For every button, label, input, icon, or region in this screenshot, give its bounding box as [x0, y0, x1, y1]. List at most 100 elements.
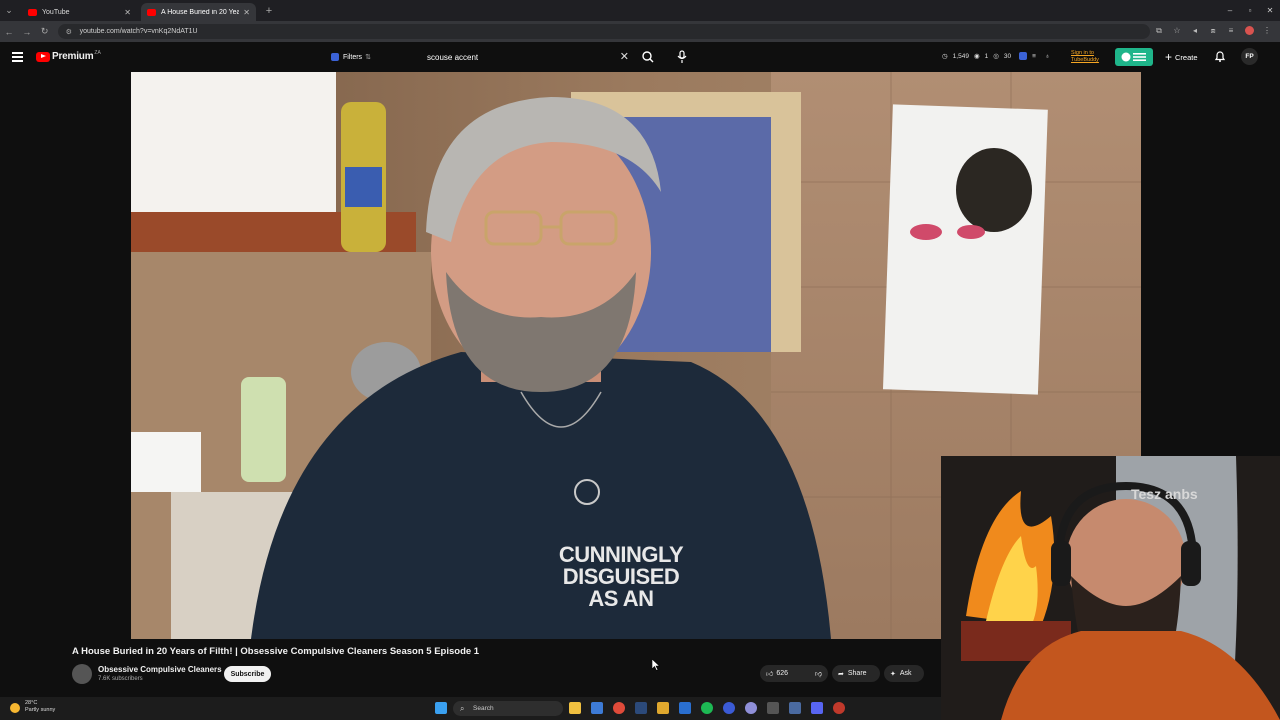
youtube-logo[interactable]: Premium ZA [36, 49, 101, 62]
stat-second: 30 [1003, 52, 1012, 60]
app-gray-icon[interactable] [767, 702, 779, 714]
app-purple-icon[interactable] [745, 702, 757, 714]
extensions-icon[interactable]: ⧈ [1204, 26, 1222, 37]
temperature: 28°C [25, 700, 38, 706]
mouse-cursor-icon [652, 659, 660, 671]
extension-stats[interactable]: ◷ 1,549 ◉ 1 ◎ 30 ≡ ♁ [942, 52, 1050, 60]
search-value: scouse accent [427, 52, 479, 62]
left-margin [0, 72, 131, 639]
profile-icon[interactable] [1240, 26, 1258, 37]
tab-youtube[interactable]: YouTube ✕ [22, 3, 137, 21]
user-avatar[interactable]: FP [1241, 48, 1258, 65]
photos-icon[interactable] [679, 702, 691, 714]
site-info-icon[interactable]: ⚙ [66, 28, 74, 36]
file-explorer-icon[interactable] [569, 702, 581, 714]
sparkle-icon: ✦ [890, 670, 896, 678]
ask-button[interactable]: ✦ Ask [884, 665, 924, 682]
like-dislike-group: 👍︎ 626 👎︎ [760, 665, 828, 682]
browser-menu-icon[interactable]: ⋮ [1258, 26, 1276, 37]
filters-button[interactable]: Filters ⇅ [331, 50, 371, 64]
url-text: youtube.com/watch?v=vnKq2NdAT1U [79, 28, 198, 35]
close-tab-icon[interactable]: ✕ [243, 8, 250, 17]
discord-icon[interactable] [811, 702, 823, 714]
address-bar[interactable]: ⚙ youtube.com/watch?v=vnKq2NdAT1U [57, 24, 1150, 39]
tab-list-chevron-icon[interactable]: ⌄ [0, 5, 18, 16]
minimize-icon[interactable]: – [1220, 6, 1240, 15]
create-label: Create [1175, 52, 1198, 62]
channel-name[interactable]: Obsessive Compulsive Cleaners [98, 665, 222, 674]
menu-icon[interactable] [12, 52, 23, 64]
search-button[interactable] [638, 50, 658, 64]
reading-list-icon[interactable]: ≡ [1222, 26, 1240, 37]
notifications-button[interactable] [1213, 49, 1227, 63]
webcam-overlay: Tesz anbs [941, 456, 1280, 720]
tubebuddy-sign-in-link[interactable]: Sign in to TubeBuddy [1071, 50, 1113, 64]
install-icon[interactable]: ⧉ [1150, 26, 1168, 37]
thumbs-down-icon[interactable]: 👎︎ [815, 669, 822, 678]
app-blue-icon[interactable] [723, 702, 735, 714]
browser-tab-bar: ⌄ YouTube ✕ A House Buried in 20 Year...… [0, 0, 1280, 21]
spotify-icon[interactable] [701, 702, 713, 714]
windows-start-icon[interactable] [435, 702, 447, 714]
filters-label: Filters [343, 53, 363, 61]
shield-icon: ♁ [1044, 52, 1050, 60]
thumbs-up-icon: 👍︎ [766, 671, 774, 678]
close-window-icon[interactable]: ✕ [1260, 6, 1280, 15]
list-icon: ≡ [1032, 52, 1036, 60]
stat-views: 1,549 [952, 52, 969, 60]
back-icon[interactable]: ← [0, 27, 18, 37]
subscribe-button[interactable]: Subscribe [224, 666, 271, 682]
share-icon: ➦ [838, 670, 844, 678]
sliders-icon: ⇅ [365, 54, 371, 61]
youtube-favicon-icon [28, 8, 37, 16]
create-button[interactable]: + Create [1161, 49, 1202, 65]
steam-icon[interactable] [635, 702, 647, 714]
logo-country: ZA [94, 49, 101, 56]
search-icon: ⌕ [460, 704, 465, 713]
maximize-icon[interactable]: ▫ [1240, 6, 1260, 15]
chair-text: Tesz anbs [1131, 486, 1198, 502]
tubebuddy-button[interactable] [1115, 48, 1153, 66]
chrome-icon[interactable] [613, 702, 625, 714]
voice-search-button[interactable] [674, 50, 690, 64]
eye-icon: ◉ [973, 53, 980, 60]
search-input[interactable]: scouse accent ✕ [420, 48, 635, 66]
plus-icon: + [1165, 50, 1173, 64]
like-button[interactable]: 👍︎ 626 [766, 669, 788, 678]
tab-label: A House Buried in 20 Year... [161, 8, 239, 16]
youtube-favicon-icon [147, 8, 156, 16]
share-button[interactable]: ➦ Share [832, 665, 880, 682]
logo-text: Premium [52, 51, 94, 62]
channel-avatar[interactable] [72, 664, 92, 684]
like-count: 626 [776, 670, 789, 677]
clock-icon: ◷ [942, 53, 948, 60]
close-tab-icon[interactable]: ✕ [124, 8, 131, 17]
app-r-icon[interactable] [657, 702, 669, 714]
taskbar-search[interactable]: ⌕ Search [453, 701, 563, 716]
bookmark-star-icon[interactable]: ☆ [1168, 26, 1186, 37]
share-label: Share [847, 670, 867, 677]
search-icon [642, 51, 654, 63]
filters-chip-icon [331, 53, 339, 61]
microphone-icon [677, 50, 687, 63]
new-tab-icon[interactable]: + [260, 5, 278, 17]
subscriber-count: 7.6K subscribers [98, 676, 143, 682]
forward-icon[interactable]: → [18, 27, 36, 37]
taskbar-search-label: Search [473, 705, 494, 712]
bell-icon [1214, 51, 1226, 62]
tab-video[interactable]: A House Buried in 20 Year... ✕ [141, 3, 256, 21]
extension-badge-icon [1019, 52, 1028, 60]
weather-widget[interactable]: 28°C Partly sunny [10, 700, 55, 714]
app-window-icon[interactable] [789, 702, 801, 714]
media-icon[interactable]: ◂ [1186, 26, 1204, 37]
calendar-app-icon[interactable] [591, 702, 603, 714]
reload-icon[interactable]: ↻ [36, 26, 54, 37]
weather-condition: Partly sunny [25, 707, 56, 713]
app-red-icon[interactable] [833, 702, 845, 714]
clear-search-icon[interactable]: ✕ [620, 50, 629, 63]
shirt-text: CUNNINGLY DISGUISED AS AN [558, 542, 684, 611]
ask-label: Ask [899, 670, 912, 677]
video-title: A House Buried in 20 Years of Filth! | O… [72, 646, 480, 657]
eye-off-icon: ◎ [993, 53, 999, 60]
youtube-play-icon [36, 51, 50, 62]
